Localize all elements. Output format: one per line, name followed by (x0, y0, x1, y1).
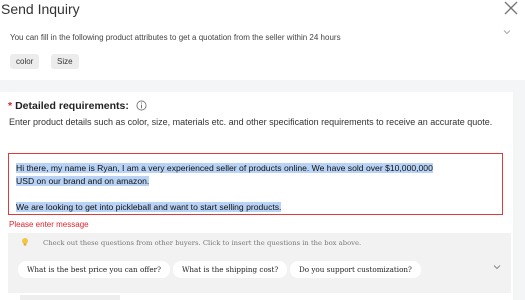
requirements-textarea[interactable]: Hi there, my name is Ryan, I am a very e… (8, 153, 503, 215)
question-chip[interactable]: Do you support customization? (290, 261, 421, 278)
textarea-line: We are looking to get into pickleball an… (16, 202, 282, 212)
info-icon[interactable] (136, 100, 147, 111)
attributes-panel: You can fill in the following product at… (0, 22, 525, 80)
chevron-down-icon[interactable] (503, 28, 511, 36)
attribute-chip-size[interactable]: Size (51, 54, 79, 69)
requirements-text: Hi there, my name is Ryan, I am a very e… (16, 162, 496, 214)
error-message: Please enter message (9, 220, 89, 229)
dialog-header: Send Inquiry (0, 0, 525, 22)
attributes-description: You can fill in the following product at… (10, 33, 341, 42)
chevron-down-icon[interactable] (493, 263, 501, 271)
attribute-chip-color[interactable]: color (10, 54, 40, 69)
cutoff-content (20, 295, 120, 300)
required-marker: * (8, 100, 13, 112)
requirements-heading-label: Detailed requirements: (15, 100, 129, 112)
textarea-line: Hi there, my name is Ryan, I am a very e… (16, 163, 433, 173)
close-icon[interactable] (503, 0, 519, 16)
dialog-title: Send Inquiry (1, 1, 80, 17)
requirements-heading: * Detailed requirements: (8, 100, 129, 112)
suggested-questions-panel: Check out these questions from other buy… (8, 233, 511, 293)
lightbulb-icon (22, 238, 28, 246)
textarea-line: USD on our brand and on amazon. (16, 176, 150, 186)
suggestions-note: Check out these questions from other buy… (43, 239, 362, 247)
requirements-panel: * Detailed requirements: Enter product de… (0, 92, 513, 300)
requirements-description: Enter product details such as color, siz… (9, 117, 493, 127)
question-chip[interactable]: What is the best price you can offer? (18, 261, 170, 278)
question-chip[interactable]: What is the shipping cost? (173, 261, 288, 278)
